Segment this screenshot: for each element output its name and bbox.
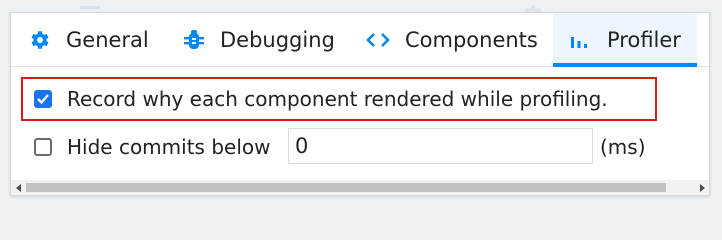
tab-profiler-label: Profiler <box>607 27 681 52</box>
hide-commits-unit: (ms) <box>600 135 646 159</box>
hide-commits-threshold-input[interactable] <box>288 128 593 164</box>
bug-icon <box>183 28 205 52</box>
hide-commits-row[interactable]: Hide commits below <box>34 135 270 159</box>
hide-commits-label: Hide commits below <box>67 135 271 159</box>
checkmark-icon <box>37 94 49 105</box>
tab-components[interactable]: Components <box>366 13 538 66</box>
record-why-label: Record why each component rendered while… <box>67 87 608 111</box>
hide-commits-checkbox[interactable] <box>34 138 52 156</box>
gear-icon <box>27 28 51 52</box>
bar-chart-icon <box>569 30 589 50</box>
scroll-right-arrow-icon[interactable] <box>694 180 709 195</box>
record-why-checkbox[interactable] <box>34 90 52 108</box>
horizontal-scrollbar[interactable] <box>11 180 709 195</box>
settings-panel: General Debugging Components Profiler Re… <box>10 12 710 196</box>
tab-components-label: Components <box>405 27 538 52</box>
tab-general[interactable]: General <box>27 13 149 66</box>
code-brackets-icon <box>366 28 390 52</box>
tab-debugging-label: Debugging <box>220 27 335 52</box>
scrollbar-thumb[interactable] <box>26 183 666 192</box>
tab-debugging[interactable]: Debugging <box>183 13 335 66</box>
tab-profiler[interactable]: Profiler <box>553 13 697 67</box>
record-why-row[interactable]: Record why each component rendered while… <box>34 87 608 111</box>
tab-general-label: General <box>66 27 149 52</box>
background-dash <box>80 6 100 9</box>
settings-tab-bar: General Debugging Components Profiler <box>11 13 709 67</box>
scroll-left-arrow-icon[interactable] <box>11 180 26 195</box>
